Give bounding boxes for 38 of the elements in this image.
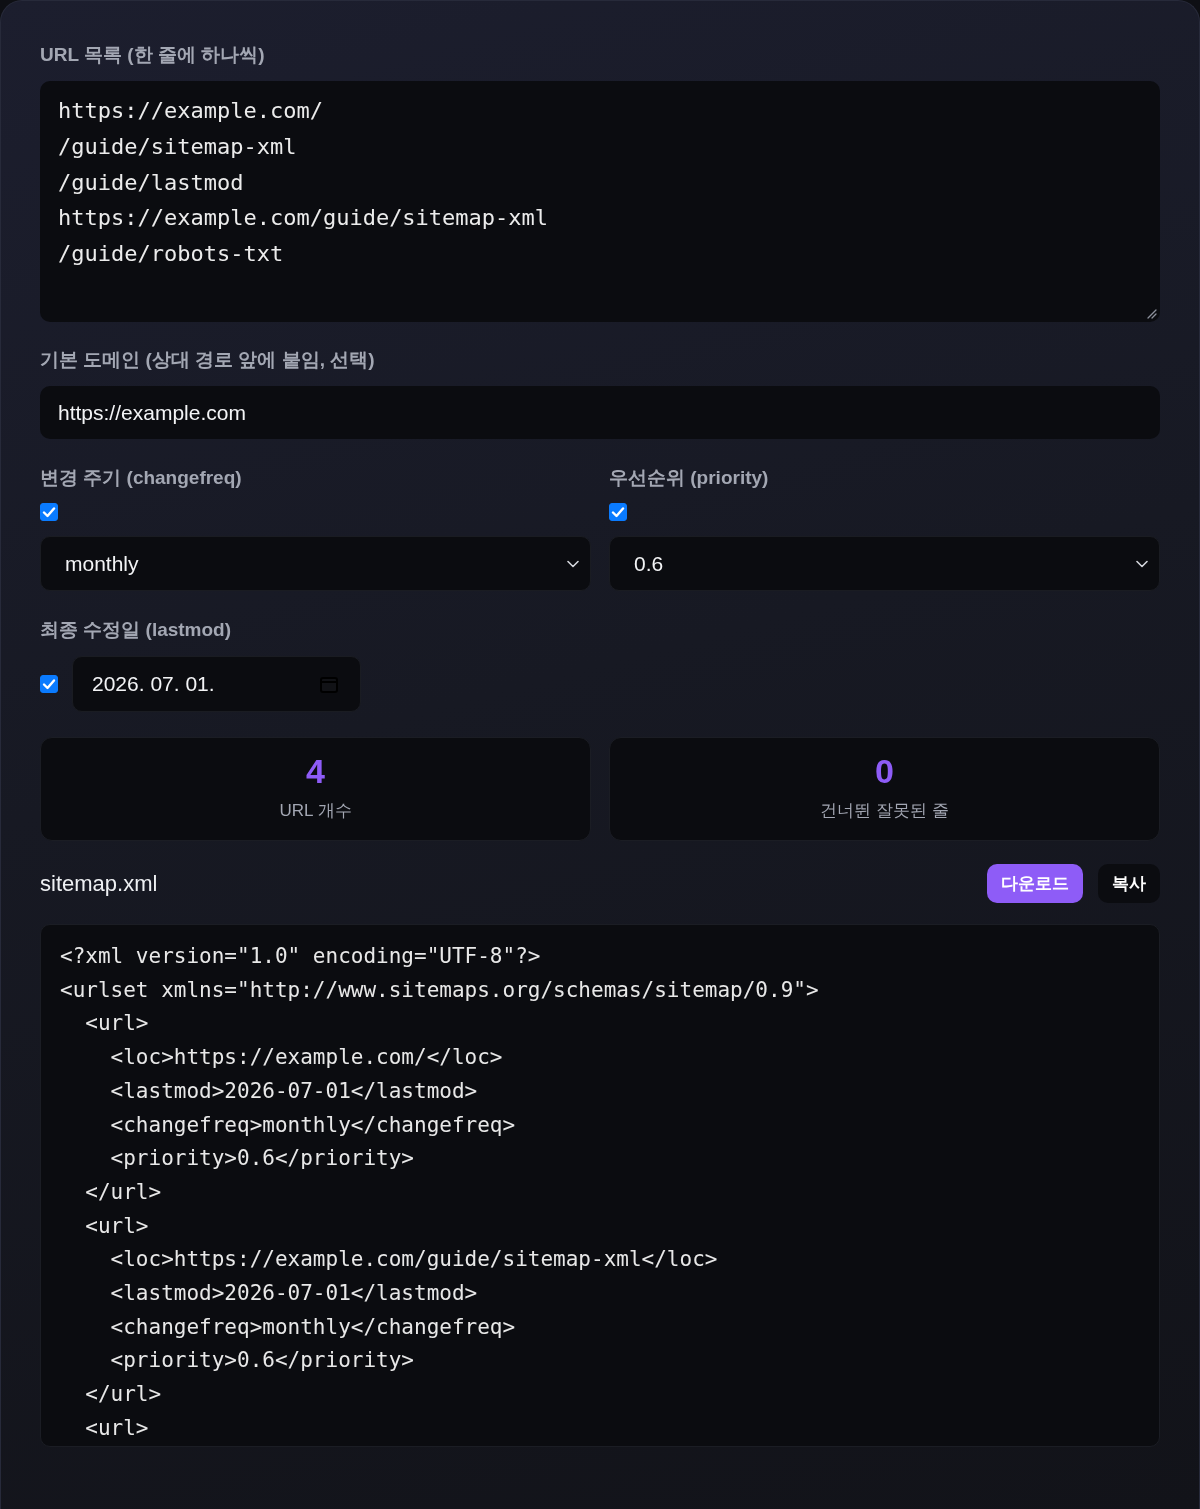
stat-label: 건너뛴 잘못된 줄 <box>820 800 949 822</box>
checkbox[interactable] <box>40 675 58 693</box>
stat-label: URL 개수 <box>279 800 352 822</box>
field-label: URL 목록 (한 줄에 하나씩) <box>40 43 265 67</box>
code-line: <loc>https://example.com/guide/sitemap-xml</loc> <box>110 1246 718 1274</box>
field-label: 최종 수정일 (lastmod) <box>40 618 232 642</box>
checkbox[interactable] <box>40 503 58 521</box>
field-label: 변경 주기 (changefreq) <box>40 466 242 490</box>
changefreq-select[interactable]: monthly <box>40 536 591 591</box>
field-label: 우선순위 (priority) <box>609 466 769 490</box>
code-line: <url> <box>85 1414 149 1442</box>
domain-input[interactable]: https://example.com <box>40 386 1160 439</box>
code-line: <changefreq>monthly</changefreq> <box>110 1111 516 1139</box>
code-line: <url> <box>85 1212 149 1240</box>
code-line: <lastmod>2026-07-01</lastmod> <box>110 1077 478 1105</box>
file-title: sitemap.xml <box>40 870 159 897</box>
code-line: </url> <box>85 1178 162 1206</box>
code-line: <priority>0.6</priority> <box>110 1145 414 1173</box>
code-line: <url> <box>85 1010 149 1038</box>
checkbox[interactable] <box>609 503 627 521</box>
copy-button[interactable]: 복사 <box>1098 864 1160 903</box>
priority-select[interactable]: 0.6 <box>609 536 1160 591</box>
code-line: <changefreq>monthly</changefreq> <box>110 1313 516 1341</box>
code-line: </url> <box>85 1381 162 1409</box>
chevron-down-icon <box>1136 559 1148 568</box>
code-line: <?xml version="1.0" encoding="UTF-8"?> <box>60 943 541 970</box>
date-input[interactable]: 2026. 07. 01. <box>72 656 361 712</box>
resize-grip-icon <box>1147 309 1157 319</box>
stat-value: 4 <box>306 751 325 791</box>
code-line: <loc>https://example.com/</loc> <box>110 1044 503 1072</box>
code-line: <urlset xmlns="http://www.sitemaps.org/schemas/sitemap/0.9"> <box>60 976 819 1004</box>
url-list-textarea[interactable]: https://example.com/ /guide/sitemap-xml /guide/lastmod https://example.com/guide/sitemap-xml /guide/robots-txt <box>40 81 1160 322</box>
code-line: <lastmod>2026-07-01</lastmod> <box>110 1280 478 1308</box>
download-button[interactable]: 다운로드 <box>987 864 1083 903</box>
chevron-down-icon <box>567 559 579 568</box>
stat-value: 0 <box>875 751 894 791</box>
code-line: <priority>0.6</priority> <box>110 1347 414 1375</box>
field-label: 기본 도메인 (상대 경로 앞에 붙임, 선택) <box>40 348 375 372</box>
